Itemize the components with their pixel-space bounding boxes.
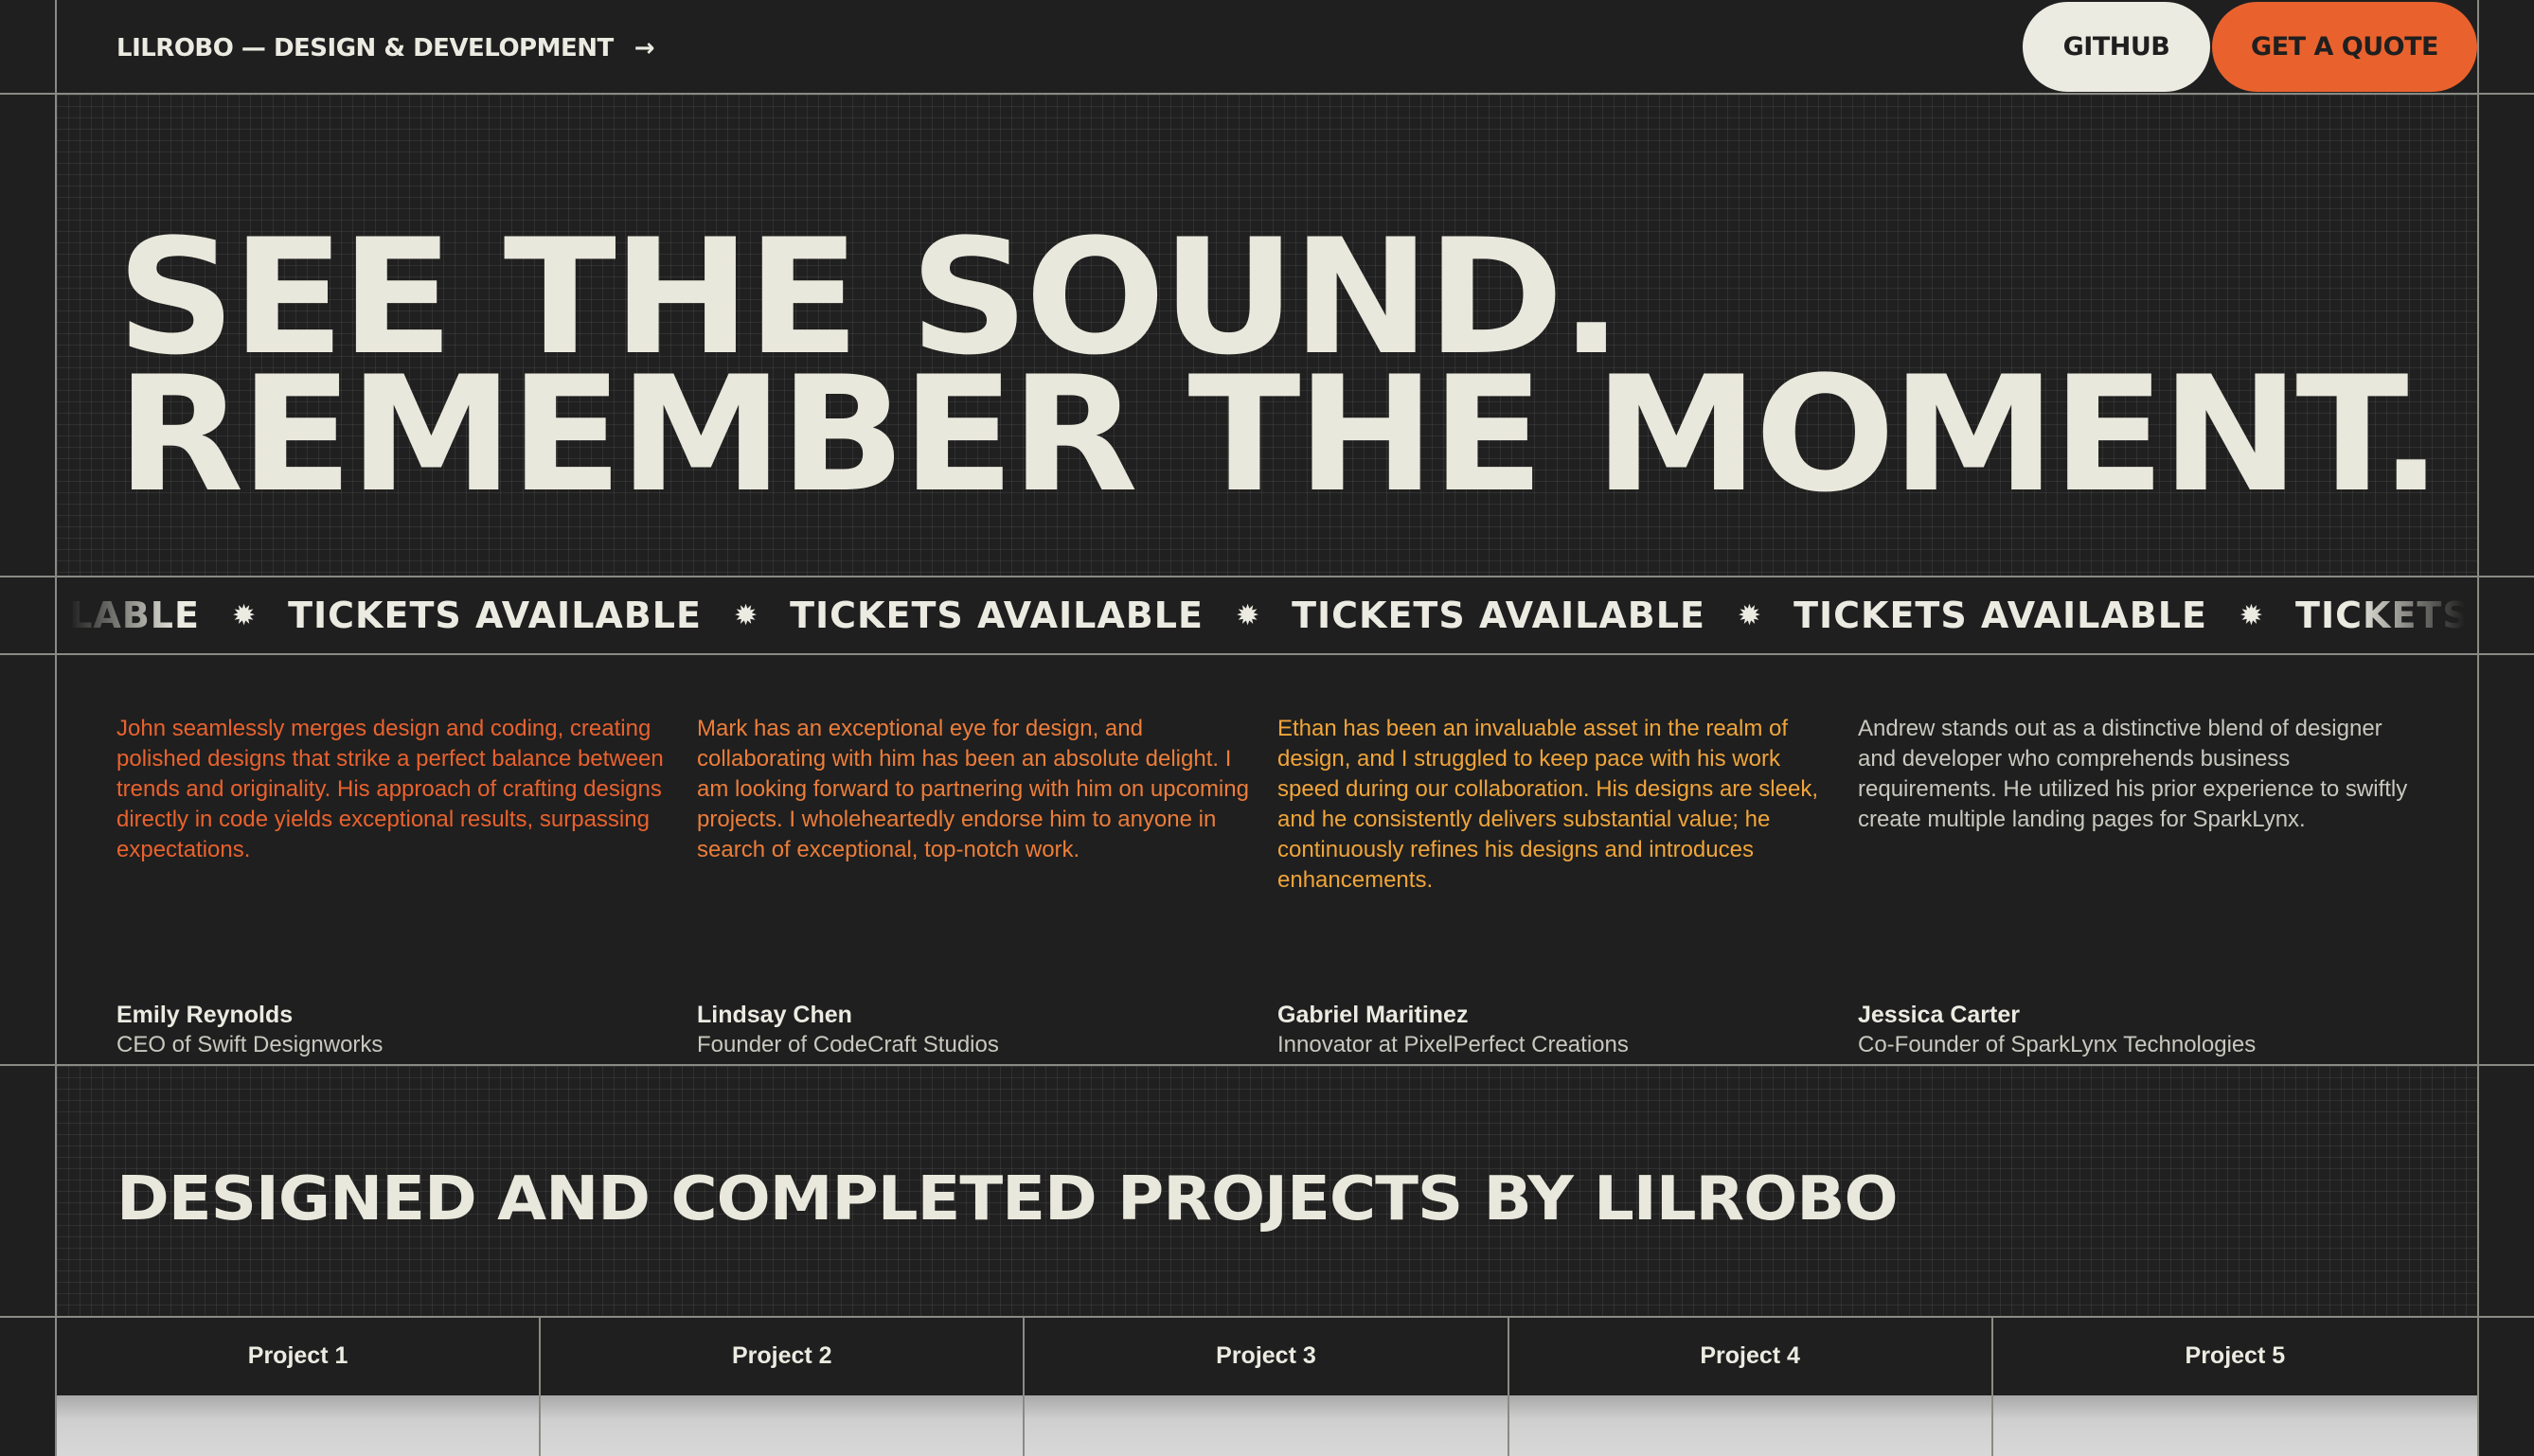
ticker-track: AVAILABLE ✹ TICKETS AVAILABLE ✹ TICKETS … [57, 577, 2470, 653]
github-button[interactable]: GITHUB [2023, 2, 2210, 92]
ticker-marquee: AVAILABLE ✹ TICKETS AVAILABLE ✹ TICKETS … [57, 577, 2477, 653]
project-tab-label: Project 5 [2185, 1341, 2286, 1369]
testimonial-quote: John seamlessly merges design and coding… [116, 716, 664, 862]
testimonial-card: Ethan has been an invaluable asset in th… [1277, 714, 1836, 1057]
testimonial-card: John seamlessly merges design and coding… [116, 714, 675, 1057]
project-tab-label: Project 4 [1700, 1341, 1800, 1369]
project-tab-label: Project 2 [731, 1341, 832, 1369]
project-tab-label: Project 3 [1216, 1341, 1316, 1369]
project-thumbnail[interactable] [541, 1395, 1024, 1456]
project-thumbnail[interactable] [1025, 1395, 1508, 1456]
project-tab-2[interactable]: Project 2 [541, 1318, 1026, 1456]
testimonial-author-role: Founder of CodeCraft Studios [697, 1032, 999, 1057]
hero-section: SEE THE SOUND. REMEMBER THE MOMENT. [57, 95, 2477, 576]
star-icon: ✹ [231, 599, 257, 631]
arrow-right-icon: → [634, 34, 655, 62]
ticker-item: TICKETS AVAILABLE [1793, 595, 2207, 636]
brand-link[interactable]: LILROBO — DESIGN & DEVELOPMENT → [116, 34, 655, 62]
project-thumbnail[interactable] [1992, 1395, 2477, 1456]
ticker-item: AVAILABLE [57, 595, 200, 636]
testimonial-quote: Ethan has been an invaluable asset in th… [1277, 716, 1818, 893]
projects-title: DESIGNED AND COMPLETED PROJECTS BY LILRO… [116, 1164, 1899, 1234]
star-icon: ✹ [1235, 599, 1260, 631]
project-tabs: Project 1 Project 2 Project 3 Project 4 … [57, 1318, 2477, 1456]
testimonials-section: John seamlessly merges design and coding… [57, 655, 2477, 1064]
project-thumbnail[interactable] [57, 1395, 540, 1456]
project-tab-label: Project 1 [247, 1341, 348, 1369]
ticker-item: TICKETS [2295, 595, 2470, 636]
project-tab-4[interactable]: Project 4 [1508, 1318, 1993, 1456]
testimonial-card: Mark has an exceptional eye for design, … [697, 714, 1256, 1057]
testimonial-author-name: Emily Reynolds [116, 1002, 294, 1028]
top-nav: LILROBO — DESIGN & DEVELOPMENT → GITHUB … [57, 0, 2477, 93]
testimonial-quote: Andrew stands out as a distinctive blend… [1858, 716, 2408, 832]
testimonial-author-name: Lindsay Chen [697, 1002, 852, 1028]
testimonial-author-role: CEO of Swift Designworks [116, 1032, 384, 1057]
hero-title-line-2: REMEMBER THE MOMENT. [116, 342, 2442, 527]
project-tab-3[interactable]: Project 3 [1025, 1318, 1509, 1456]
project-tab-1[interactable]: Project 1 [57, 1318, 542, 1456]
ticker-item: TICKETS AVAILABLE [288, 595, 702, 636]
testimonial-quote: Mark has an exceptional eye for design, … [697, 716, 1249, 862]
testimonial-author-role: Co-Founder of SparkLynx Technologies [1858, 1032, 2257, 1057]
get-a-quote-button[interactable]: GET A QUOTE [2212, 2, 2477, 92]
project-tab-5[interactable]: Project 5 [1992, 1318, 2477, 1456]
star-icon: ✹ [2239, 599, 2264, 631]
testimonial-author-name: Gabriel Maritinez [1277, 1002, 1469, 1028]
testimonial-author-name: Jessica Carter [1858, 1002, 2020, 1028]
testimonial-card: Andrew stands out as a distinctive blend… [1858, 714, 2417, 1057]
brand-name: LILROBO — DESIGN & DEVELOPMENT [116, 34, 614, 62]
star-icon: ✹ [733, 599, 758, 631]
projects-section: DESIGNED AND COMPLETED PROJECTS BY LILRO… [57, 1066, 2477, 1316]
ticker-item: TICKETS AVAILABLE [790, 595, 1204, 636]
testimonial-author-role: Innovator at PixelPerfect Creations [1277, 1032, 1629, 1057]
hero-title: SEE THE SOUND. REMEMBER THE MOMENT. [116, 218, 2442, 527]
ticker-item: TICKETS AVAILABLE [1292, 595, 1705, 636]
star-icon: ✹ [1737, 599, 1762, 631]
project-thumbnail[interactable] [1508, 1395, 1991, 1456]
